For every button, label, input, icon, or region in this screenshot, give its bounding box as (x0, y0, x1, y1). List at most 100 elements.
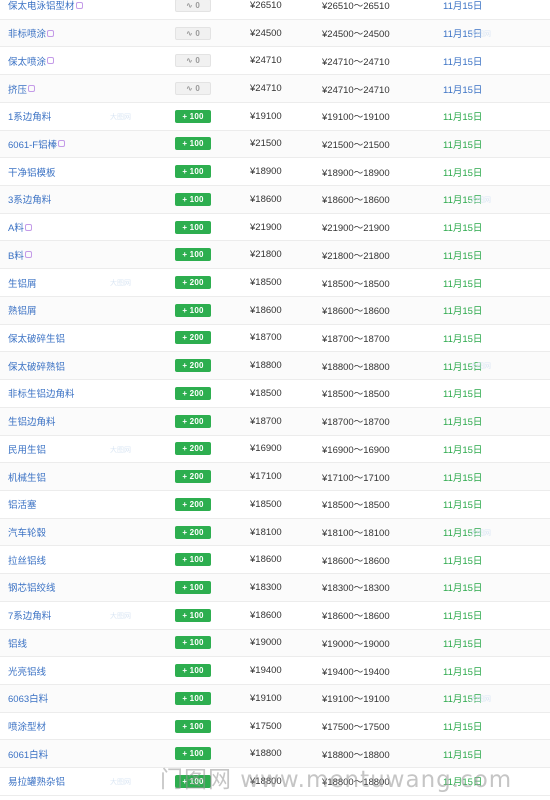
change-cell: ∿ 0 (175, 75, 211, 102)
change-cell: + 100 (175, 685, 211, 712)
change-cell: + 100 (175, 574, 211, 601)
item-name: 光亮铝线 (8, 666, 47, 678)
up-arrow-icon: + (182, 749, 190, 759)
date-value: 11月15日 (443, 139, 483, 151)
table-row: 3系边角料 + 100 ¥18600 ¥18600～18600 11月15日 大图网 (0, 186, 550, 214)
price-value: ¥19100 (250, 110, 282, 122)
price-value: ¥18500 (250, 387, 282, 399)
change-badge: + 200 (175, 442, 211, 456)
flat-icon: ∿ (186, 28, 196, 38)
table-row: B料 + 100 ¥21800 ¥21800～21800 11月15日 (0, 241, 550, 270)
date-value: 11月15日 (443, 306, 483, 318)
change-badge: + 100 (175, 137, 211, 151)
item-name-link[interactable]: 汽车轮毂 (8, 519, 46, 546)
price-range: ¥18700～18700 (322, 333, 390, 345)
change-value: 100 (189, 555, 204, 565)
item-name-link[interactable]: 易拉罐熟杂铝 (8, 768, 65, 795)
price-range: ¥26510～26510 (322, 1, 390, 13)
item-name-link[interactable]: 光亮铝线 (8, 657, 46, 684)
mini-watermark: 大图网 (110, 779, 131, 787)
item-name-link[interactable]: 民用生铝 (8, 436, 46, 463)
change-cell: + 100 (175, 103, 211, 130)
change-badge: + 100 (175, 580, 211, 594)
date-value: 11月15日 (443, 638, 483, 650)
item-name-link[interactable]: 保太破碎生铝 (8, 325, 65, 352)
change-value: 100 (189, 139, 204, 149)
change-value: 100 (189, 693, 204, 703)
price-range: ¥21900～21900 (322, 223, 390, 235)
item-name-link[interactable]: 保太喷涂 (8, 47, 55, 74)
price-range: ¥18800～18800 (322, 777, 390, 789)
change-badge: + 200 (175, 525, 211, 539)
table-row: 6061-F铝棒 + 100 ¥21500 ¥21500～21500 11月15日 (0, 130, 550, 159)
change-cell: ∿ 0 (175, 0, 211, 19)
item-name-link[interactable]: 生铝边角料 (8, 408, 56, 435)
item-name-link[interactable]: 铝活塞 (8, 491, 37, 518)
item-name-link[interactable]: 6061白料 (8, 740, 48, 767)
price-value: ¥21800 (250, 249, 282, 261)
watermark-tag-icon (24, 223, 32, 231)
change-value: 100 (189, 582, 204, 592)
table-row: 民用生铝 + 200 ¥16900 ¥16900～16900 11月15日 大图网 (0, 436, 550, 464)
item-name-link[interactable]: 拉丝铝线 (8, 546, 46, 573)
price-value: ¥18800 (250, 775, 282, 787)
table-row: 6063白料 + 100 ¥19100 ¥19100～19100 11月15日 大图网 (0, 684, 550, 713)
item-name-link[interactable]: 铝线 (8, 630, 27, 657)
item-name-link[interactable]: 7系边角料 (8, 602, 51, 629)
price-value: ¥18700 (250, 332, 282, 344)
change-cell: + 100 (175, 602, 211, 629)
change-cell: + 200 (175, 352, 211, 379)
item-name-link[interactable]: 非标喷涂 (8, 20, 55, 47)
up-arrow-icon: + (182, 444, 190, 454)
item-name: A料 (8, 223, 24, 235)
change-badge: ∿ 0 (175, 26, 211, 40)
table-row: A料 + 100 ¥21900 ¥21900～21900 11月15日 (0, 214, 550, 242)
price-range: ¥24710～24710 (322, 56, 390, 68)
up-arrow-icon: + (182, 499, 190, 509)
item-name-link[interactable]: 熟铝屑 (8, 297, 37, 324)
item-name-link[interactable]: 6063白料 (8, 685, 48, 712)
item-name-link[interactable]: 喷涂型材 (8, 713, 46, 740)
change-badge: + 200 (175, 470, 211, 484)
item-name-link[interactable]: B料 (8, 241, 32, 268)
change-value: 0 (195, 28, 200, 38)
price-value: ¥24500 (250, 27, 282, 39)
item-name-link[interactable]: A料 (8, 214, 32, 241)
change-value: 200 (189, 472, 204, 482)
up-arrow-icon: + (182, 721, 190, 731)
item-name-link[interactable]: 钢芯铝绞线 (8, 574, 56, 601)
change-badge: + 100 (175, 248, 211, 262)
item-name-link[interactable]: 生铝屑 (8, 269, 37, 296)
item-name-link[interactable]: 3系边角料 (8, 186, 51, 213)
price-value: ¥17100 (250, 471, 282, 483)
item-name-link[interactable]: 6061-F铝棒 (8, 131, 66, 158)
price-value: ¥19400 (250, 665, 282, 677)
item-name-link[interactable]: 干净铝模板 (8, 158, 56, 185)
change-cell: + 200 (175, 519, 211, 546)
change-badge: + 100 (175, 303, 211, 317)
item-name-link[interactable]: 挤压 (8, 75, 36, 102)
watermark-tag-icon (47, 57, 55, 65)
item-name-link[interactable]: 1系边角料 (8, 103, 51, 130)
table-row: 保太喷涂 ∿ 0 ¥24710 ¥24710～24710 11月15日 (0, 47, 550, 76)
item-name-link[interactable]: 非标生铝边角料 (8, 380, 75, 407)
table-row: 熟铝屑 + 100 ¥18600 ¥18600～18600 11月15日 (0, 296, 550, 325)
change-cell: + 100 (175, 158, 211, 185)
date-value: 11月15日 (443, 278, 483, 290)
item-name: 6063白料 (8, 694, 49, 706)
price-range: ¥24710～24710 (322, 84, 390, 96)
price-table: 保太电泳铝型材 ∿ 0 ¥26510 ¥26510～26510 11月15日 非标喷涂 ∿ … (0, 0, 550, 796)
flat-icon: ∿ (186, 84, 196, 94)
change-value: 200 (189, 333, 204, 343)
table-row: 非标生铝边角料 + 200 ¥18500 ¥18500～18500 11月15日 (0, 380, 550, 408)
change-badge: ∿ 0 (175, 82, 211, 96)
item-name: 保太电泳铝型材 (8, 1, 75, 13)
date-value: 11月15日 (443, 195, 483, 207)
price-value: ¥18800 (250, 360, 282, 372)
item-name-link[interactable]: 机械生铝 (8, 463, 46, 490)
item-name-link[interactable]: 保太破碎熟铝 (8, 352, 65, 379)
change-value: 200 (189, 361, 204, 371)
up-arrow-icon: + (182, 333, 190, 343)
item-name-link[interactable]: 保太电泳铝型材 (8, 0, 83, 19)
change-cell: + 100 (175, 214, 211, 241)
